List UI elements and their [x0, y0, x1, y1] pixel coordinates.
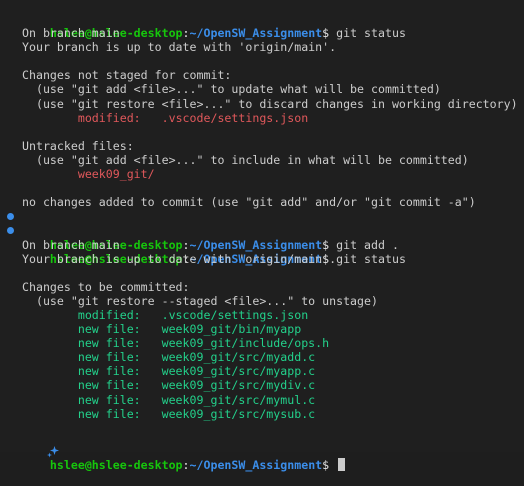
prompt-user-host: hslee@hslee-desktop [49, 457, 183, 472]
output-line: On branch main [22, 26, 120, 41]
prompt-sep: : [182, 457, 190, 472]
sparkle-icon[interactable] [4, 431, 59, 458]
modified-file-line: modified: .vscode/settings.json [0, 111, 524, 125]
modified-file: .vscode/settings.json [161, 110, 309, 125]
current-prompt-line[interactable]: hslee@hslee-desktop:~/OpenSW_Assignment$ [0, 430, 524, 472]
output-line: Changes to be committed: [22, 279, 190, 294]
circle-dot-icon[interactable] [6, 209, 16, 223]
prompt-line: hslee@hslee-desktop:~/OpenSW_Assignment$… [0, 12, 524, 40]
untracked-file: week09_git/ [77, 167, 155, 182]
prompt-line: hslee@hslee-desktop:~/OpenSW_Assignment$… [0, 223, 524, 266]
prompt-symbol: $ [322, 457, 330, 472]
staged-file-line: new file: week09_git/src/mydiv.c [22, 378, 316, 393]
modified-label: modified: [22, 110, 162, 125]
untracked-file-line: week09_git/ [0, 167, 524, 181]
staged-file-line: new file: week09_git/include/ops.h [22, 336, 330, 351]
staged-file-line: new file: week09_git/src/mymul.c [22, 392, 316, 407]
output-line: Your branch is up to date with 'origin/m… [22, 40, 337, 55]
output-line: (use "git restore <file>..." to discard … [22, 96, 518, 111]
terminal-window[interactable]: hslee@hslee-desktop:~/OpenSW_Assignment$… [0, 0, 524, 472]
output-line: Your branch is up to date with 'origin/m… [22, 251, 337, 266]
output-line: Changes not staged for commit: [22, 68, 232, 83]
output-line: (use "git add <file>..." to update what … [22, 82, 441, 97]
prompt-line: hslee@hslee-desktop:~/OpenSW_Assignment$… [0, 209, 524, 252]
output-line: (use "git add <file>..." to include in w… [22, 152, 469, 167]
staged-file-line: new file: week09_git/src/myapp.c [22, 364, 316, 379]
circle-dot-icon[interactable] [6, 223, 16, 237]
output-line: Untracked files: [22, 138, 134, 153]
output-line: On branch main [22, 237, 120, 252]
output-line: no changes added to commit (use "git add… [22, 195, 476, 210]
prompt-path: ~/OpenSW_Assignment [189, 457, 323, 472]
text-cursor [338, 457, 346, 471]
staged-file-line: new file: week09_git/bin/myapp [22, 322, 302, 337]
staged-file-line: modified: .vscode/settings.json [22, 307, 309, 322]
output-line: (use "git restore --staged <file>..." to… [22, 293, 378, 308]
staged-file-line: new file: week09_git/src/myadd.c [22, 350, 316, 365]
staged-file-line: new file: week09_git/src/mysub.c [22, 406, 316, 421]
